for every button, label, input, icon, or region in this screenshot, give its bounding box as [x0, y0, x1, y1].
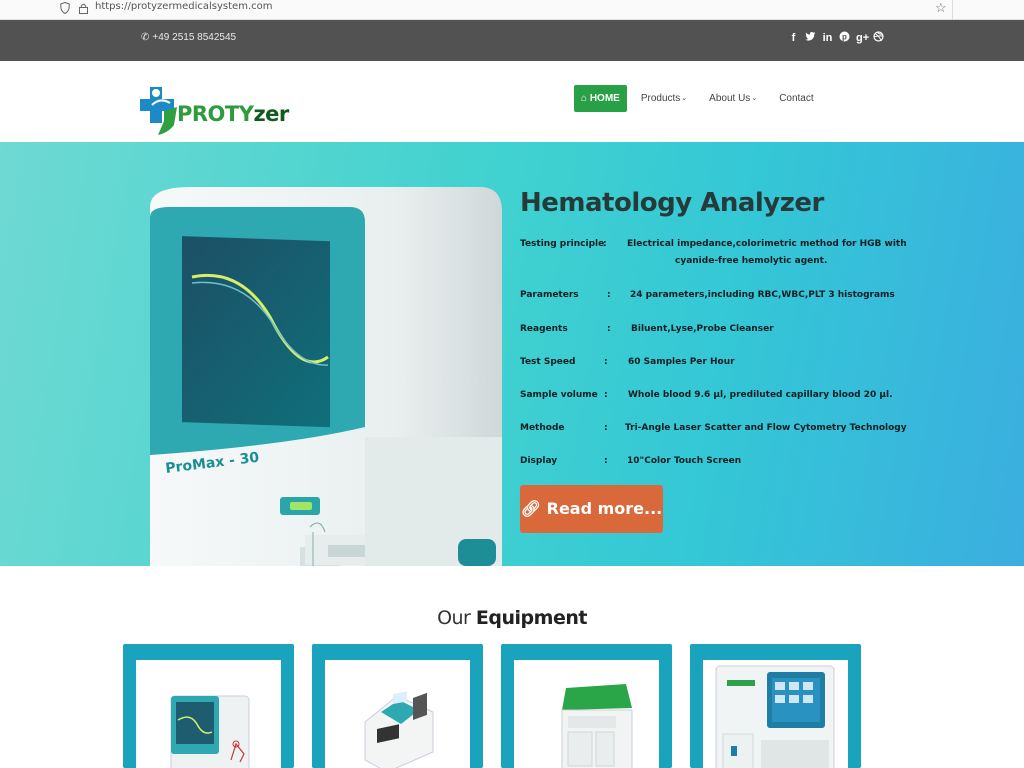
biochemistry-analyzer-thumbnail [561, 684, 633, 768]
section-title-light: Our [437, 607, 476, 629]
svg-text:p: p [842, 33, 847, 42]
spec-value: 24 parameters,including RBC,WBC,PLT 3 hi… [630, 290, 895, 300]
home-icon: ⌂ [581, 93, 588, 104]
equipment-card-image-frame [703, 660, 848, 768]
spec-key: Testing principle [520, 239, 605, 249]
read-more-button[interactable]: 🔗︎ Read more... [520, 485, 663, 533]
section-title-bold: Equipment [475, 607, 588, 629]
coagulation-analyzer-thumbnail [715, 665, 835, 768]
spec-key: Parameters [520, 290, 579, 300]
phone-contact[interactable]: ✆ +49 2515 8542545 [141, 32, 236, 43]
spec-key: Methode [520, 423, 565, 433]
nav-about-label: About Us [709, 93, 751, 104]
browser-url-bar: https://protyzermedicalsystem.com ☆ [0, 0, 1024, 20]
spec-value: 60 Samples Per Hour [628, 357, 735, 367]
hero-banner: ProMax - 30 Hematology Analyzer Testing … [0, 142, 1024, 566]
nav-home-label: HOME [589, 93, 620, 104]
medical-cross-logo-icon [140, 87, 177, 135]
equipment-card-image-frame [136, 660, 281, 768]
logo-text-proty: PROTY [177, 102, 254, 126]
spec-value: cyanide-free hemolytic agent. [675, 256, 828, 266]
twitter-icon[interactable] [805, 31, 816, 45]
equipment-card-image-frame [325, 660, 470, 768]
facebook-icon[interactable]: f [788, 31, 799, 45]
section-title: Our Equipment [0, 607, 1024, 629]
phone-icon: ✆ [141, 32, 150, 43]
pinterest-icon[interactable]: p [839, 31, 850, 45]
spec-value: 10"Color Touch Screen [627, 456, 742, 466]
site-header: PROTYzer ⌂ HOME Products⌄ About Us⌄ Cont… [0, 61, 1024, 142]
chevron-down-icon: ⌄ [751, 95, 758, 102]
toolbar-divider [952, 0, 953, 20]
hematology-analyzer-image: ProMax - 30 [150, 187, 502, 566]
link-icon: 🔗︎ [520, 499, 542, 518]
bookmark-star-icon[interactable]: ☆ [935, 0, 947, 16]
read-more-label: Read more... [546, 499, 663, 518]
equipment-card[interactable] [690, 644, 861, 768]
equipment-card[interactable] [501, 644, 672, 768]
hero-title: Hematology Analyzer [520, 188, 824, 218]
address-input[interactable]: https://protyzermedicalsystem.com [95, 1, 273, 12]
logo-text-zer: zer [253, 102, 289, 126]
nav-home[interactable]: ⌂ HOME [574, 85, 627, 112]
dribbble-icon[interactable] [873, 31, 884, 45]
main-nav: ⌂ HOME Products⌄ About Us⌄ Contact [574, 85, 836, 112]
spec-value: Whole blood 9.6 µl, prediluted capillary… [628, 390, 893, 400]
site-logo[interactable]: PROTYzer [140, 83, 289, 141]
spec-colon: : [604, 357, 608, 367]
spec-colon: : [604, 390, 608, 400]
equipment-card[interactable] [312, 644, 483, 768]
spec-colon: : [607, 324, 611, 334]
spec-colon: : [604, 423, 608, 433]
spec-key: Display [520, 456, 558, 466]
chevron-down-icon: ⌄ [681, 95, 688, 102]
spec-key: Reagents [520, 324, 568, 334]
spec-value: Electrical impedance,colorimetric method… [627, 239, 907, 249]
phone-number: +49 2515 8542545 [152, 32, 237, 43]
spec-colon: : [607, 290, 611, 300]
hematology-analyzer-thumbnail [170, 695, 250, 768]
linkedin-icon[interactable]: in [822, 31, 833, 45]
spec-key: Test Speed [520, 357, 576, 367]
electrolyte-analyzer-thumbnail [364, 691, 434, 768]
nav-about[interactable]: About Us⌄ [709, 85, 757, 112]
top-bar: ✆ +49 2515 8542545 f in p g+ [0, 20, 1024, 61]
google-plus-icon[interactable]: g+ [856, 31, 869, 45]
lock-icon[interactable] [79, 3, 88, 14]
shield-icon[interactable] [60, 2, 70, 14]
spec-colon: : [603, 239, 607, 249]
social-links: f in p g+ [788, 31, 884, 45]
spec-key: Sample volume [520, 390, 598, 400]
equipment-card[interactable] [123, 644, 294, 768]
equipment-card-image-frame [514, 660, 659, 768]
logo-text: PROTYzer [177, 102, 289, 126]
nav-products-label: Products [640, 93, 681, 104]
nav-products[interactable]: Products⌄ [641, 85, 687, 112]
nav-contact[interactable]: Contact [779, 85, 813, 112]
spec-colon: : [604, 456, 608, 466]
spec-value: Tri-Angle Laser Scatter and Flow Cytomet… [625, 423, 907, 433]
spec-value: Biluent,Lyse,Probe Cleanser [631, 324, 774, 334]
